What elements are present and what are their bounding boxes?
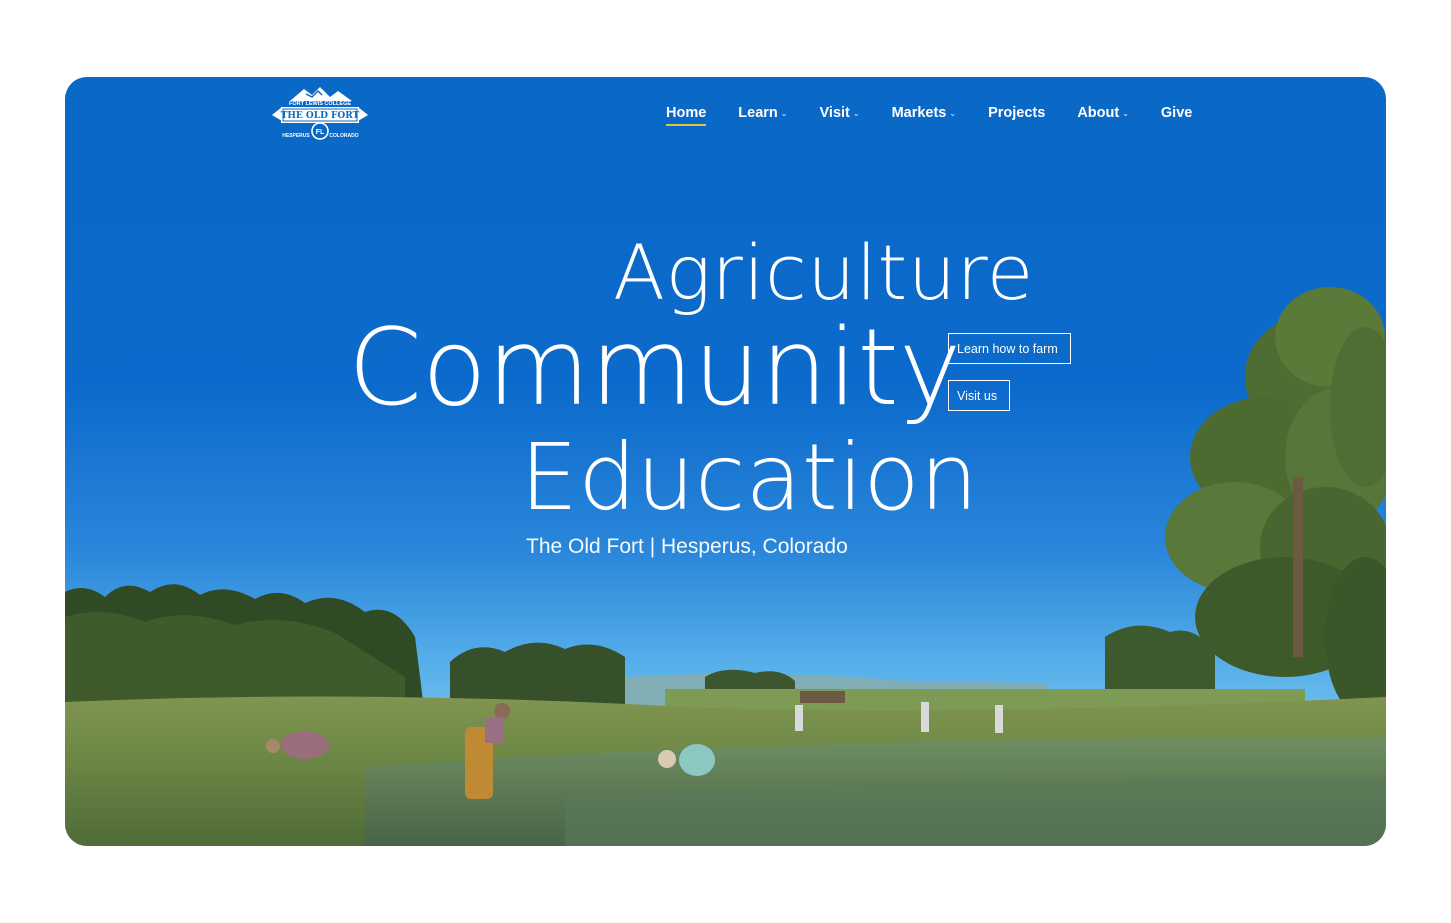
nav-label: Visit [819, 105, 850, 121]
logo-arc-text: FORT LEWIS COLLEGE [289, 101, 351, 107]
chevron-down-icon: ⌄ [1122, 109, 1129, 118]
nav-item-markets[interactable]: Markets ⌄ [876, 103, 973, 123]
hero-word-community: Community [348, 306, 962, 429]
learn-how-to-farm-button[interactable]: Learn how to farm [948, 333, 1071, 364]
nav-label: Home [666, 105, 707, 121]
nav-label: About [1077, 105, 1120, 121]
hero-section: THE OLD FORT FORT LEWIS COLLEGE FL HESPE… [65, 77, 1386, 846]
nav-item-home[interactable]: Home [650, 103, 722, 126]
nav-item-visit[interactable]: Visit ⌄ [804, 103, 876, 123]
hero-word-agriculture: Agriculture [613, 228, 1034, 317]
logo-monogram: FL [316, 129, 325, 136]
logo-left-text: HESPERUS [282, 133, 310, 139]
logo-banner-text: THE OLD FORT [281, 111, 360, 121]
nav-item-learn[interactable]: Learn ⌄ [722, 103, 803, 123]
chevron-down-icon: ⌄ [949, 109, 957, 118]
nav-label: Give [1160, 105, 1193, 121]
the-old-fort-logo[interactable]: THE OLD FORT FORT LEWIS COLLEGE FL HESPE… [268, 85, 372, 145]
hero-subtitle: The Old Fort | Hesperus, Colorado [526, 535, 848, 558]
nav-label: Markets [891, 105, 947, 121]
logo-right-text: COLORADO [329, 133, 358, 139]
nav-item-about[interactable]: About ⌄ [1061, 103, 1145, 123]
nav-label: Projects [988, 105, 1046, 121]
main-nav: Home Learn ⌄ Visit ⌄ Markets ⌄ Projects Abo… [650, 103, 1208, 126]
chevron-down-icon: ⌄ [780, 109, 788, 118]
nav-item-projects[interactable]: Projects [972, 103, 1061, 123]
nav-item-give[interactable]: Give [1145, 103, 1208, 123]
hero-word-education: Education [520, 424, 979, 531]
chevron-down-icon: ⌄ [852, 109, 860, 118]
nav-label: Learn [738, 105, 778, 121]
visit-us-button[interactable]: Visit us [948, 380, 1010, 411]
